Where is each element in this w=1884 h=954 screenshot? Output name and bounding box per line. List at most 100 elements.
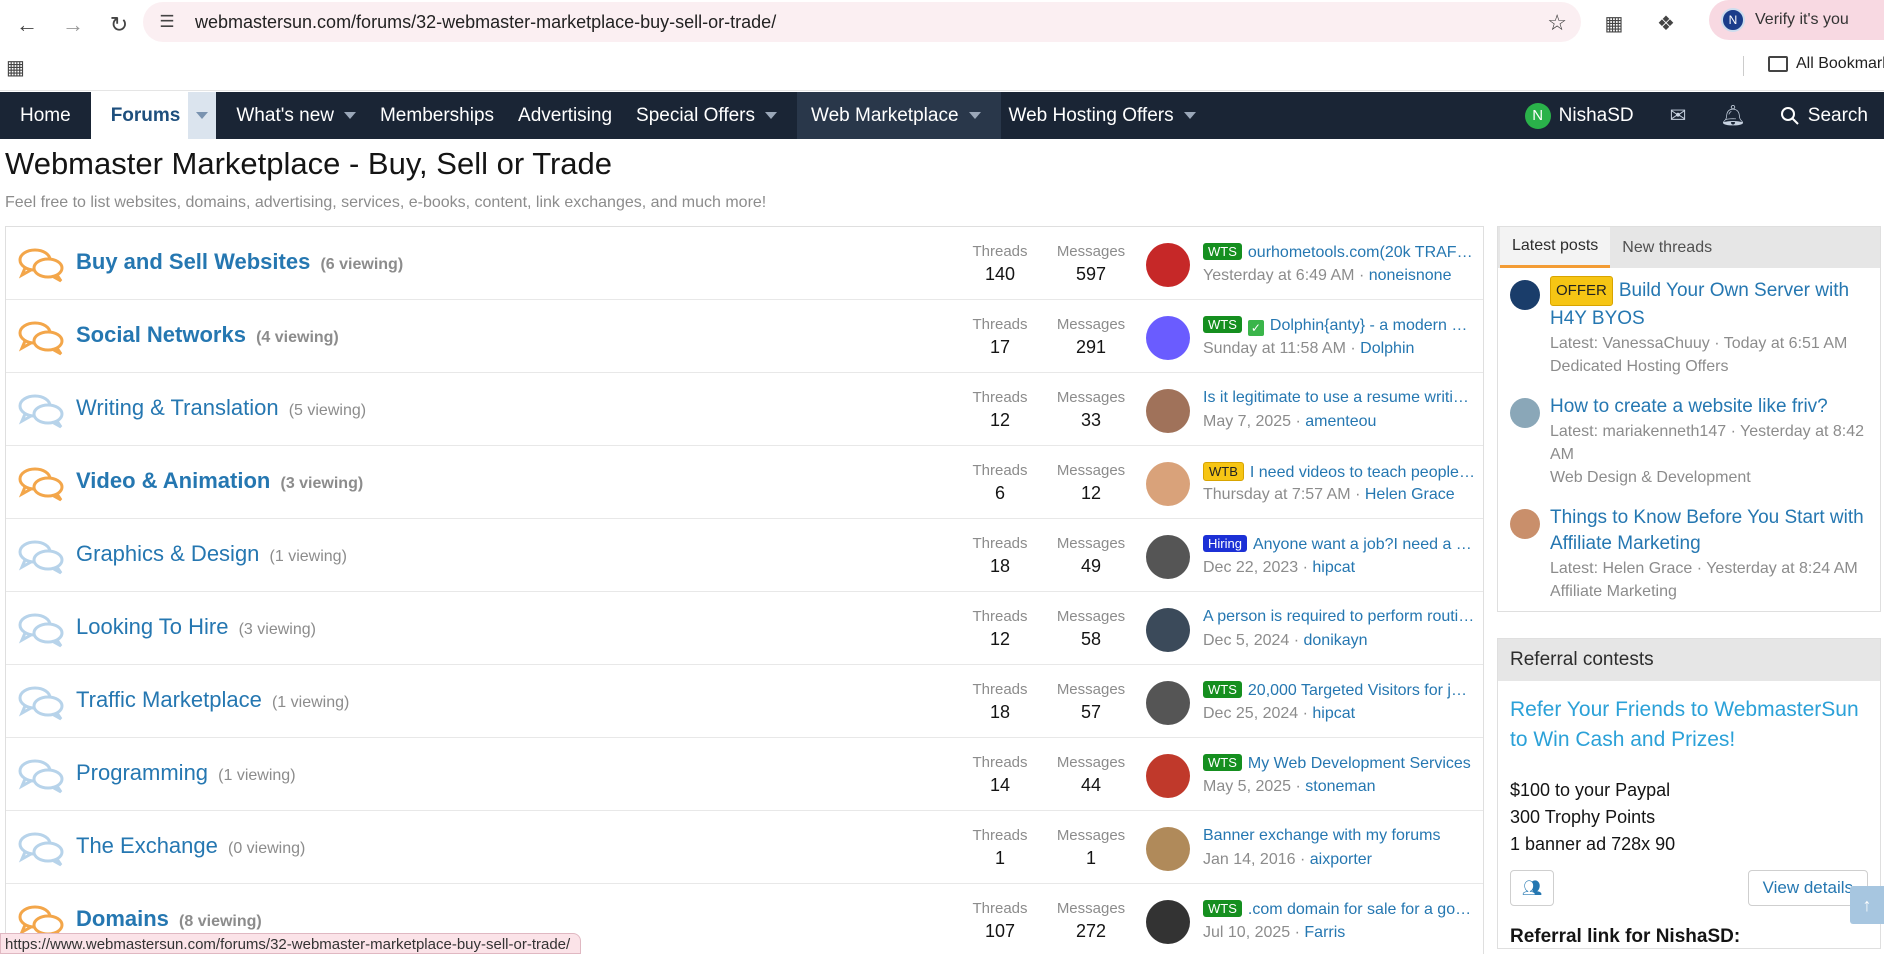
forum-title: Buy and Sell Websites	[76, 249, 311, 274]
post-forum-name[interactable]: Web Design & Development	[1550, 466, 1870, 489]
last-post-date[interactable]: Sunday at 11:58 AM	[1203, 340, 1346, 357]
last-poster-avatar[interactable]	[1146, 462, 1190, 506]
last-post-title-link[interactable]: Is it legitimate to use a resume writing…	[1203, 389, 1475, 407]
tab-latest-posts[interactable]: Latest posts	[1500, 227, 1611, 268]
last-poster-avatar[interactable]	[1146, 243, 1190, 287]
nav-forums-dropdown[interactable]	[188, 92, 217, 139]
last-post-date[interactable]: Dec 22, 2023	[1203, 559, 1298, 576]
nav-web-marketplace[interactable]: Web Marketplace	[797, 92, 1001, 139]
tab-new-threads[interactable]: New threads	[1610, 227, 1724, 268]
apps-grid-icon[interactable]: ▦	[6, 55, 25, 80]
forum-title-link[interactable]: Writing & Translation (5 viewing)	[76, 395, 366, 421]
forum-chat-icon	[18, 759, 64, 794]
nav-advertising[interactable]: Advertising	[514, 92, 632, 139]
scroll-to-top-button[interactable]: ↑	[1850, 886, 1884, 924]
last-post-date[interactable]: Jul 10, 2025	[1203, 924, 1290, 941]
referral-title-link[interactable]: Refer Your Friends to WebmasterSun to Wi…	[1498, 681, 1880, 755]
last-poster-avatar[interactable]	[1146, 827, 1190, 871]
back-icon[interactable]: ←	[8, 6, 46, 44]
last-post-date[interactable]: Thursday at 7:57 AM	[1203, 486, 1351, 503]
post-forum-name[interactable]: Affiliate Marketing	[1550, 580, 1870, 603]
nav-memberships[interactable]: Memberships	[376, 92, 514, 139]
forward-icon[interactable]: →	[54, 6, 92, 44]
user-name[interactable]: NishaSD	[1559, 105, 1634, 127]
last-poster-avatar[interactable]	[1146, 681, 1190, 725]
last-post-title-link[interactable]: Banner exchange with my forums	[1203, 827, 1475, 845]
last-post-title-link[interactable]: WTS ourhometools.com(20k TRAFFIC)	[1203, 243, 1475, 262]
nav-home[interactable]: Home	[0, 92, 91, 139]
address-bar[interactable]: ☰ webmastersun.com/forums/32-webmaster-m…	[143, 2, 1581, 42]
last-post-user[interactable]: stoneman	[1305, 778, 1375, 795]
chevron-down-icon[interactable]	[765, 112, 778, 119]
last-post-title-link[interactable]: WTS .com domain for sale for a good price	[1203, 900, 1475, 919]
post-title-link[interactable]: How to create a website like friv?	[1550, 394, 1870, 420]
last-post-user[interactable]: hipcat	[1312, 705, 1355, 722]
last-post-title-link[interactable]: WTS My Web Development Services	[1203, 754, 1475, 773]
post-title-link[interactable]: Things to Know Before You Start with Aff…	[1550, 505, 1870, 557]
search-button[interactable]: Search	[1780, 105, 1868, 127]
reload-icon[interactable]: ↻	[100, 6, 138, 44]
post-author-avatar[interactable]	[1510, 280, 1540, 310]
post-title-link[interactable]: OFFER Build Your Own Server with H4Y BYOS	[1550, 276, 1870, 332]
last-post-title-link[interactable]: WTS ✓ Dolphin{anty} - a modern antidetect …	[1203, 316, 1475, 336]
all-bookmarks-label: All Bookmarks	[1796, 55, 1884, 72]
last-post-title-link[interactable]: WTS 20,000 Targeted Visitors for just $10	[1203, 681, 1475, 700]
translate-icon[interactable]: ▦	[1597, 6, 1631, 40]
extensions-puzzle-icon[interactable]: ❖	[1649, 6, 1683, 40]
last-post-user[interactable]: Farris	[1304, 924, 1345, 941]
bell-icon[interactable]: 🔔︎	[1720, 103, 1745, 128]
forum-title-link[interactable]: Domains (8 viewing)	[76, 906, 262, 932]
referral-users-button[interactable]: 👥︎	[1510, 870, 1554, 906]
site-info-icon[interactable]: ☰	[153, 8, 181, 36]
last-post-user[interactable]: amenteou	[1305, 413, 1376, 430]
last-post-date[interactable]: Dec 5, 2024	[1203, 632, 1289, 649]
forum-title-link[interactable]: Social Networks (4 viewing)	[76, 322, 339, 348]
chevron-down-icon[interactable]	[343, 112, 356, 119]
chevron-down-icon[interactable]	[968, 112, 981, 119]
last-post-date[interactable]: Yesterday at 6:49 AM	[1203, 267, 1355, 284]
last-post-date[interactable]: Dec 25, 2024	[1203, 705, 1298, 722]
last-post-user[interactable]: aixporter	[1310, 851, 1372, 868]
last-poster-avatar[interactable]	[1146, 754, 1190, 798]
forum-row: The Exchange (0 viewing) Threads 1 Messa…	[6, 811, 1483, 884]
last-post-user[interactable]: Dolphin	[1360, 340, 1414, 357]
forum-chat-icon	[18, 832, 64, 867]
last-poster-avatar[interactable]	[1146, 535, 1190, 579]
last-post-user[interactable]: Helen Grace	[1365, 486, 1455, 503]
url-text[interactable]: webmastersun.com/forums/32-webmaster-mar…	[195, 12, 776, 33]
last-post-user[interactable]: noneisnone	[1369, 267, 1452, 284]
last-post-user[interactable]: donikayn	[1304, 632, 1368, 649]
last-post-user[interactable]: hipcat	[1312, 559, 1355, 576]
last-poster-avatar[interactable]	[1146, 608, 1190, 652]
post-forum-name[interactable]: Dedicated Hosting Offers	[1550, 355, 1870, 378]
all-bookmarks-button[interactable]: All Bookmarks	[1768, 55, 1884, 73]
last-post-date[interactable]: May 7, 2025	[1203, 413, 1291, 430]
last-poster-avatar[interactable]	[1146, 389, 1190, 433]
last-post-title-link[interactable]: WTB I need videos to teach people online	[1203, 462, 1475, 482]
chevron-down-icon[interactable]	[1183, 112, 1196, 119]
nav-special-offers[interactable]: Special Offers	[632, 92, 797, 139]
nav-web-hosting-offers[interactable]: Web Hosting Offers	[1001, 92, 1216, 139]
nav-forums[interactable]: Forums	[90, 92, 189, 139]
last-poster-avatar[interactable]	[1146, 900, 1190, 944]
forum-title-link[interactable]: The Exchange (0 viewing)	[76, 833, 305, 859]
forum-title-link[interactable]: Buy and Sell Websites (6 viewing)	[76, 249, 403, 275]
forum-title-link[interactable]: Programming (1 viewing)	[76, 760, 296, 786]
post-author-avatar[interactable]	[1510, 398, 1540, 428]
post-author-avatar[interactable]	[1510, 509, 1540, 539]
forum-title-link[interactable]: Traffic Marketplace (1 viewing)	[76, 687, 349, 713]
user-avatar[interactable]: N	[1524, 102, 1551, 129]
forum-title-link[interactable]: Graphics & Design (1 viewing)	[76, 541, 347, 567]
arrow-up-icon: ↑	[1862, 894, 1872, 915]
last-post-title-link[interactable]: A person is required to perform routine …	[1203, 608, 1475, 626]
forum-title-link[interactable]: Looking To Hire (3 viewing)	[76, 614, 316, 640]
last-post-date[interactable]: Jan 14, 2016	[1203, 851, 1296, 868]
nav-whats-new[interactable]: What's new	[216, 92, 376, 139]
bookmark-star-icon[interactable]: ☆	[1547, 10, 1567, 36]
verify-profile-button[interactable]: N Verify it's you	[1709, 0, 1884, 40]
forum-title-link[interactable]: Video & Animation (3 viewing)	[76, 468, 363, 494]
last-post-title-link[interactable]: Hiring Anyone want a job?I need a graphic…	[1203, 535, 1475, 554]
last-poster-avatar[interactable]	[1146, 316, 1190, 360]
last-post-date[interactable]: May 5, 2025	[1203, 778, 1291, 795]
inbox-icon[interactable]: ✉	[1670, 103, 1687, 128]
